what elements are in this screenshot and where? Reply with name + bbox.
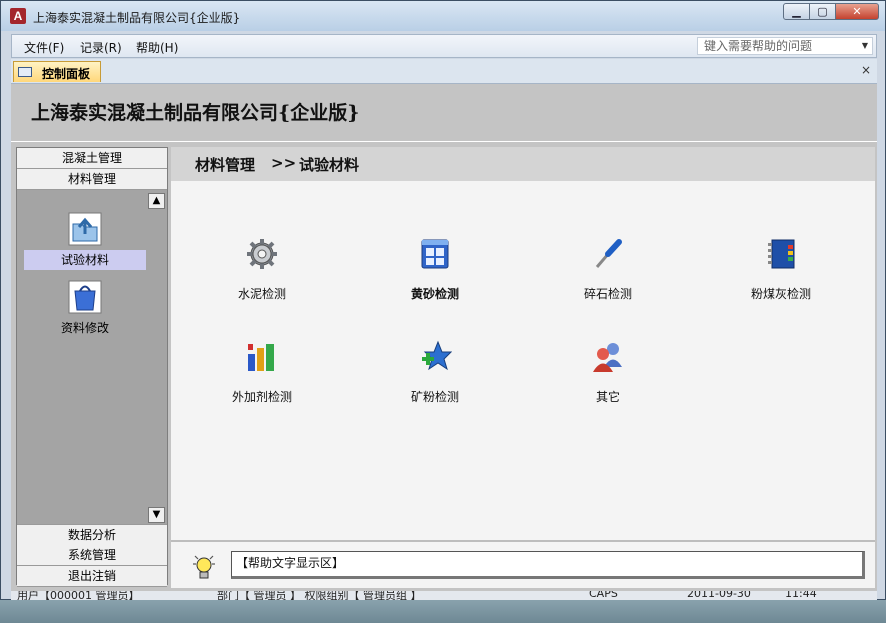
nav-group-system[interactable]: 系统管理 bbox=[17, 545, 167, 566]
maximize-button[interactable]: ▢ bbox=[809, 3, 836, 20]
item-label: 外加剂检测 bbox=[231, 390, 292, 404]
item-slag-powder-test[interactable]: 矿粉检测 bbox=[375, 340, 495, 405]
folder-upload-icon bbox=[68, 212, 102, 246]
title-bar: A 上海泰实混凝土制品有限公司{企业版} ▁ ▢ ✕ bbox=[1, 1, 885, 31]
nav-group-materials[interactable]: 材料管理 bbox=[17, 169, 167, 190]
window-controls: ▁ ▢ ✕ bbox=[783, 3, 879, 20]
control-panel-form: 上海泰实混凝土制品有限公司{企业版} 混凝土管理 材料管理 ▲ 试验材料 资料修… bbox=[11, 84, 877, 591]
tab-label: 控制面板 bbox=[42, 67, 91, 81]
item-other[interactable]: 其它 bbox=[548, 340, 668, 405]
tab-control-panel[interactable]: 控制面板 bbox=[13, 61, 101, 82]
minimize-button[interactable]: ▁ bbox=[783, 3, 810, 20]
main-window: A 上海泰实混凝土制品有限公司{企业版} ▁ ▢ ✕ 文件(F) 记录(R) 帮… bbox=[0, 0, 886, 601]
notebook-icon bbox=[764, 237, 798, 271]
breadcrumb-section: 材料管理 bbox=[195, 156, 256, 174]
help-text-area: 【帮助文字显示区】 bbox=[231, 551, 865, 579]
nav-group-logout[interactable]: 退出注销 bbox=[17, 566, 167, 587]
help-row: 【帮助文字显示区】 bbox=[171, 540, 875, 588]
menu-bar: 文件(F) 记录(R) 帮助(H) 键入需要帮助的问题 ▼ bbox=[11, 34, 877, 58]
help-search-placeholder: 键入需要帮助的问题 bbox=[704, 39, 813, 53]
desktop-background bbox=[0, 600, 886, 623]
window-title: 上海泰实混凝土制品有限公司{企业版} bbox=[33, 11, 241, 25]
shopping-bag-icon bbox=[68, 280, 102, 314]
nav-item-label: 资料修改 bbox=[60, 321, 109, 335]
window-grid-icon bbox=[418, 237, 452, 271]
item-label: 粉煤灰检测 bbox=[750, 287, 811, 301]
help-search-input[interactable]: 键入需要帮助的问题 ▼ bbox=[697, 37, 873, 55]
tab-close-icon[interactable]: × bbox=[861, 63, 871, 77]
chevron-down-icon[interactable]: ▼ bbox=[862, 38, 868, 54]
access-app-icon[interactable]: A bbox=[10, 8, 26, 24]
item-label: 其它 bbox=[595, 390, 620, 404]
item-cement-test[interactable]: 水泥检测 bbox=[202, 237, 322, 302]
item-sand-test[interactable]: 黄砂检测 bbox=[375, 237, 495, 302]
content-area: 材料管理 >> 试验材料 水泥检测 黄砂检测 碎石检测 粉煤灰检测 外加剂检测 … bbox=[171, 147, 875, 540]
screwdriver-icon bbox=[591, 237, 625, 271]
menu-file[interactable]: 文件(F) bbox=[24, 39, 64, 56]
status-date: 2011-09-30 bbox=[687, 591, 751, 600]
star-plus-icon bbox=[418, 340, 453, 374]
lightbulb-icon bbox=[191, 554, 217, 582]
breadcrumb: 材料管理 >> 试验材料 bbox=[171, 147, 875, 181]
menu-help[interactable]: 帮助(H) bbox=[136, 39, 178, 56]
nav-item-edit-data[interactable]: 资料修改 bbox=[24, 280, 146, 338]
bar-chart-icon bbox=[245, 340, 279, 374]
breadcrumb-page: 试验材料 bbox=[299, 156, 360, 174]
menu-record[interactable]: 记录(R) bbox=[80, 39, 122, 56]
status-caps: CAPS bbox=[589, 591, 618, 600]
item-gravel-test[interactable]: 碎石检测 bbox=[548, 237, 668, 302]
item-label: 矿粉检测 bbox=[410, 390, 459, 404]
scroll-up-button[interactable]: ▲ bbox=[148, 193, 165, 209]
form-header: 上海泰实混凝土制品有限公司{企业版} bbox=[11, 84, 877, 142]
status-time: 11:44 bbox=[785, 591, 817, 600]
item-flyash-test[interactable]: 粉煤灰检测 bbox=[721, 237, 841, 302]
company-title: 上海泰实混凝土制品有限公司{企业版} bbox=[31, 102, 360, 124]
tab-strip: 控制面板 × bbox=[11, 59, 877, 84]
item-admixture-test[interactable]: 外加剂检测 bbox=[202, 340, 322, 405]
close-button[interactable]: ✕ bbox=[835, 3, 879, 20]
breadcrumb-separator: >> bbox=[271, 154, 297, 172]
item-label: 黄砂检测 bbox=[410, 287, 459, 301]
nav-group-concrete[interactable]: 混凝土管理 bbox=[17, 148, 167, 169]
nav-group-analysis[interactable]: 数据分析 bbox=[17, 524, 167, 546]
gear-icon bbox=[245, 237, 279, 271]
item-label: 水泥检测 bbox=[237, 287, 286, 301]
nav-item-label: 试验材料 bbox=[24, 250, 146, 270]
users-icon bbox=[591, 340, 625, 374]
item-label: 碎石检测 bbox=[583, 287, 632, 301]
nav-item-test-materials[interactable]: 试验材料 bbox=[24, 212, 146, 270]
scroll-down-button[interactable]: ▼ bbox=[148, 507, 165, 523]
form-icon bbox=[18, 67, 32, 77]
left-navigation: 混凝土管理 材料管理 ▲ 试验材料 资料修改 ▼ 数据分析 系统管理 退出注销 bbox=[16, 147, 168, 587]
